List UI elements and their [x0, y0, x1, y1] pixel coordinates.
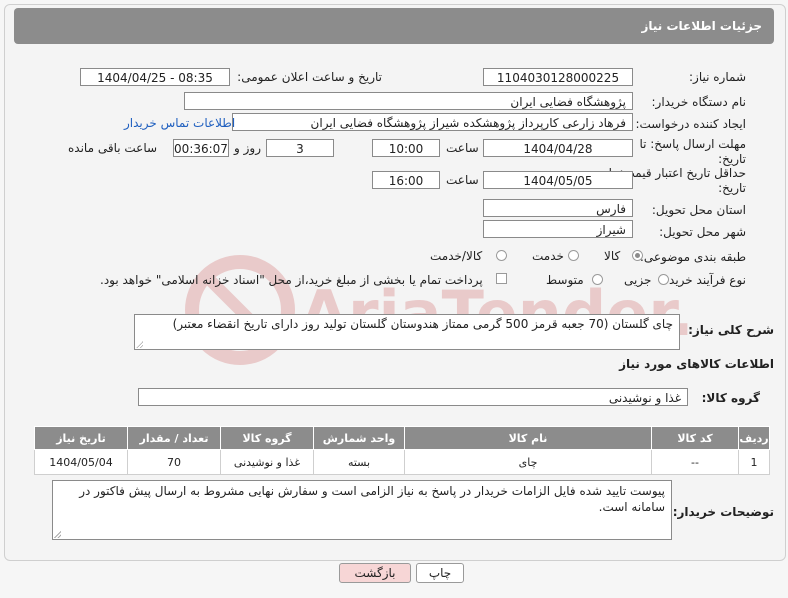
goods-table-header-row: ردیف کد کالا نام کالا واحد شمارش گروه کا…: [34, 426, 770, 450]
process-radio-medium[interactable]: [592, 274, 603, 285]
creator-label: ایجاد کننده درخواست:: [635, 117, 746, 131]
category-radio-goods[interactable]: [632, 250, 643, 261]
deadline-time-field[interactable]: 10:00: [372, 139, 440, 157]
process-label: نوع فرآیند خرید :: [661, 273, 746, 287]
buyer-notes-textarea[interactable]: پیوست تایید شده فایل الزامات خریدار در پ…: [52, 480, 672, 540]
treasury-payment-checkbox[interactable]: [496, 273, 507, 284]
creator-field[interactable]: فرهاد زارعی کارپرداز پژوهشکده شیراز پژوه…: [232, 113, 633, 131]
category-option-goods: کالا: [604, 249, 621, 263]
city-label: شهر محل تحویل:: [659, 225, 746, 239]
resize-grip-icon[interactable]: [54, 531, 61, 538]
category-option-goods-service: کالا/خدمت: [430, 249, 483, 263]
goods-table: ردیف کد کالا نام کالا واحد شمارش گروه کا…: [34, 426, 770, 475]
goods-group-field[interactable]: غذا و نوشیدنی: [138, 388, 688, 406]
city-field[interactable]: شیراز: [483, 220, 633, 238]
buyer-notes-label: توضیحات خریدار:: [672, 505, 774, 519]
panel-header: جزئیات اطلاعات نیاز: [14, 8, 774, 44]
col-code: کد کالا: [651, 426, 739, 450]
buyer-notes-text: پیوست تایید شده فایل الزامات خریدار در پ…: [79, 484, 665, 514]
resize-grip-icon[interactable]: [136, 341, 143, 348]
category-label: طبقه بندی موضوعی:: [639, 250, 746, 264]
deadline-date-field[interactable]: 1404/04/28: [483, 139, 633, 157]
cell-need-date: 1404/05/04: [34, 449, 128, 475]
print-button[interactable]: چاپ: [416, 563, 464, 583]
days-field[interactable]: 3: [266, 139, 334, 157]
goods-section-title: اطلاعات کالاهای مورد نیاز: [619, 357, 774, 371]
col-unit: واحد شمارش: [313, 426, 405, 450]
deadline-time-label: ساعت: [446, 141, 479, 155]
description-label: شرح کلی نیاز:: [688, 323, 774, 337]
category-option-service: خدمت: [532, 249, 564, 263]
buyer-org-label: نام دستگاه خریدار:: [651, 95, 747, 109]
deadline-label: مهلت ارسال پاسخ: تا تاریخ:: [639, 137, 746, 166]
process-option-minor: جزیی: [624, 273, 652, 287]
remaining-label: ساعت باقی مانده: [68, 141, 158, 155]
contact-info-link[interactable]: اطلاعات تماس خریدار: [124, 116, 235, 130]
col-quantity: تعداد / مقدار: [127, 426, 221, 450]
cell-group: غذا و نوشیدنی: [220, 449, 314, 475]
cell-row: 1: [738, 449, 770, 475]
col-group: گروه کالا: [220, 426, 314, 450]
announce-field[interactable]: 1404/04/25 - 08:35: [80, 68, 230, 86]
cell-name: چای: [404, 449, 652, 475]
remaining-time-field[interactable]: 00:36:07: [173, 139, 229, 157]
col-row: ردیف: [738, 426, 770, 450]
buyer-org-field[interactable]: پژوهشگاه فضایی ایران: [184, 92, 633, 110]
table-row[interactable]: 1 -- چای بسته غذا و نوشیدنی 70 1404/05/0…: [34, 449, 770, 475]
description-text: چای گلستان (70 جعبه قرمز 500 گرمی ممتاز …: [172, 317, 673, 331]
category-radio-goods-service[interactable]: [496, 250, 507, 261]
need-number-field[interactable]: 1104030128000225: [483, 68, 633, 86]
description-textarea[interactable]: چای گلستان (70 جعبه قرمز 500 گرمی ممتاز …: [134, 314, 680, 350]
announce-label: تاریخ و ساعت اعلان عمومی:: [237, 70, 382, 84]
days-label: روز و: [234, 141, 261, 155]
panel-title: جزئیات اطلاعات نیاز: [641, 19, 762, 33]
process-radio-minor[interactable]: [658, 274, 669, 285]
back-button[interactable]: بازگشت: [339, 563, 411, 583]
cell-code: --: [651, 449, 739, 475]
cell-quantity: 70: [127, 449, 221, 475]
goods-group-label: گروه کالا:: [701, 391, 760, 405]
payment-note: پرداخت تمام یا بخشی از مبلغ خرید،از محل …: [100, 273, 483, 287]
process-option-medium: متوسط: [546, 273, 584, 287]
province-field[interactable]: فارس: [483, 199, 633, 217]
category-radio-service[interactable]: [568, 250, 579, 261]
province-label: استان محل تحویل:: [651, 203, 746, 217]
need-number-label: شماره نیاز:: [689, 70, 746, 84]
price-validity-time-field[interactable]: 16:00: [372, 171, 440, 189]
col-name: نام کالا: [404, 426, 652, 450]
price-validity-date-field[interactable]: 1404/05/05: [483, 171, 633, 189]
price-time-label: ساعت: [446, 173, 479, 187]
cell-unit: بسته: [313, 449, 405, 475]
col-need-date: تاریخ نیاز: [34, 426, 128, 450]
